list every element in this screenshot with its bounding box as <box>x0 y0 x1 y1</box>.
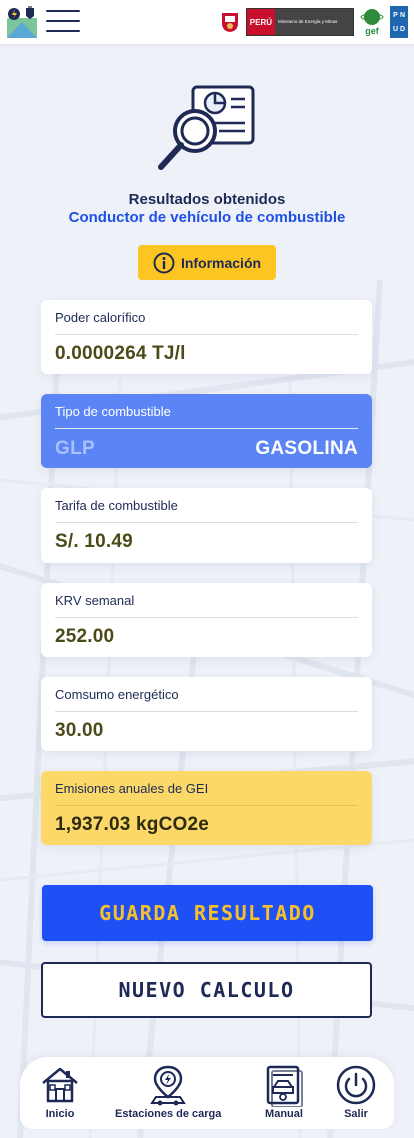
krv-value: 252.00 <box>55 626 115 647</box>
nav-label: Manual <box>265 1108 303 1120</box>
undp-letter: U <box>392 25 399 33</box>
energy-label: Comsumo energético <box>55 687 179 702</box>
info-button[interactable]: Información <box>138 245 276 280</box>
tariff-card: Tarifa de combustible S/. 10.49 <box>41 488 372 563</box>
nav-item-inicio[interactable]: Inicio <box>38 1063 82 1120</box>
nav-item-manual[interactable]: Manual <box>262 1063 306 1120</box>
krv-label: KRV semanal <box>55 593 135 608</box>
gef-logo-icon: gef <box>360 9 384 36</box>
nav-label: Inicio <box>45 1108 75 1120</box>
page-title: Resultados obtenidos <box>128 191 286 208</box>
fuel-option-glp[interactable]: GLP <box>55 438 95 460</box>
peru-shield-icon <box>221 13 238 32</box>
ghg-label: Emisiones anuales de GEI <box>55 781 209 796</box>
nav-item-estaciones[interactable]: Estaciones de carga <box>115 1063 221 1120</box>
ghg-value: 1,937.03 kgCO2e <box>55 814 210 835</box>
peru-label: PERÚ <box>246 9 275 35</box>
info-icon <box>153 252 175 273</box>
fuel-option-gasolina[interactable]: GASOLINA <box>255 438 358 460</box>
nav-label: Salir <box>344 1108 368 1120</box>
calorific-label: Poder calorífico <box>55 310 146 325</box>
energy-card: Comsumo energético 30.00 <box>41 677 372 751</box>
divider <box>55 428 358 429</box>
power-icon <box>336 1065 376 1105</box>
nav-item-salir[interactable]: Salir <box>334 1063 378 1120</box>
government-logos: PERÚ Ministerio de Energía y Minas gef P… <box>220 6 408 38</box>
nav-label: Estaciones de carga <box>115 1108 222 1120</box>
fuel-type-label: Tipo de combustible <box>55 404 171 419</box>
app-header: PERÚ Ministerio de Energía y Minas gef P… <box>0 0 414 44</box>
tariff-label: Tarifa de combustible <box>55 498 178 513</box>
gef-label: gef <box>365 26 380 36</box>
divider <box>55 711 358 712</box>
bottom-navigation: Inicio Estaciones de carga Manual Salir <box>20 1057 394 1129</box>
new-calculation-button[interactable]: NUEVO CALCULO <box>41 962 372 1018</box>
charging-station-icon <box>150 1065 187 1106</box>
page-subtitle: Conductor de vehículo de combustible <box>68 209 346 226</box>
magnifier-report-icon <box>158 85 255 170</box>
calorific-value: 0.0000264 TJ/l <box>55 343 186 364</box>
manual-icon <box>266 1065 303 1107</box>
home-icon <box>42 1067 78 1103</box>
energy-value: 30.00 <box>55 720 104 741</box>
divider <box>55 805 358 806</box>
ministry-label: Ministerio de Energía y Minas <box>275 9 353 35</box>
fuel-type-card: Tipo de combustible GLP GASOLINA <box>41 394 372 468</box>
app-logo-icon[interactable] <box>4 4 40 40</box>
info-button-label: Información <box>180 254 262 271</box>
undp-letter: D <box>399 25 406 33</box>
calorific-card: Poder calorífico 0.0000264 TJ/l <box>41 300 372 374</box>
divider <box>55 522 358 523</box>
save-result-button[interactable]: GUARDA RESULTADO <box>42 885 373 941</box>
divider <box>55 334 358 335</box>
peru-ministry-logo: PERÚ Ministerio de Energía y Minas <box>245 8 354 36</box>
tariff-value: S/. 10.49 <box>55 531 133 552</box>
krv-card: KRV semanal 252.00 <box>41 583 372 657</box>
undp-letter: N <box>399 11 406 19</box>
divider <box>55 617 358 618</box>
hamburger-menu-icon[interactable] <box>46 10 80 34</box>
undp-logo: P N U D <box>390 6 408 38</box>
undp-letter: P <box>393 11 398 19</box>
ghg-card: Emisiones anuales de GEI 1,937.03 kgCO2e <box>41 771 372 845</box>
